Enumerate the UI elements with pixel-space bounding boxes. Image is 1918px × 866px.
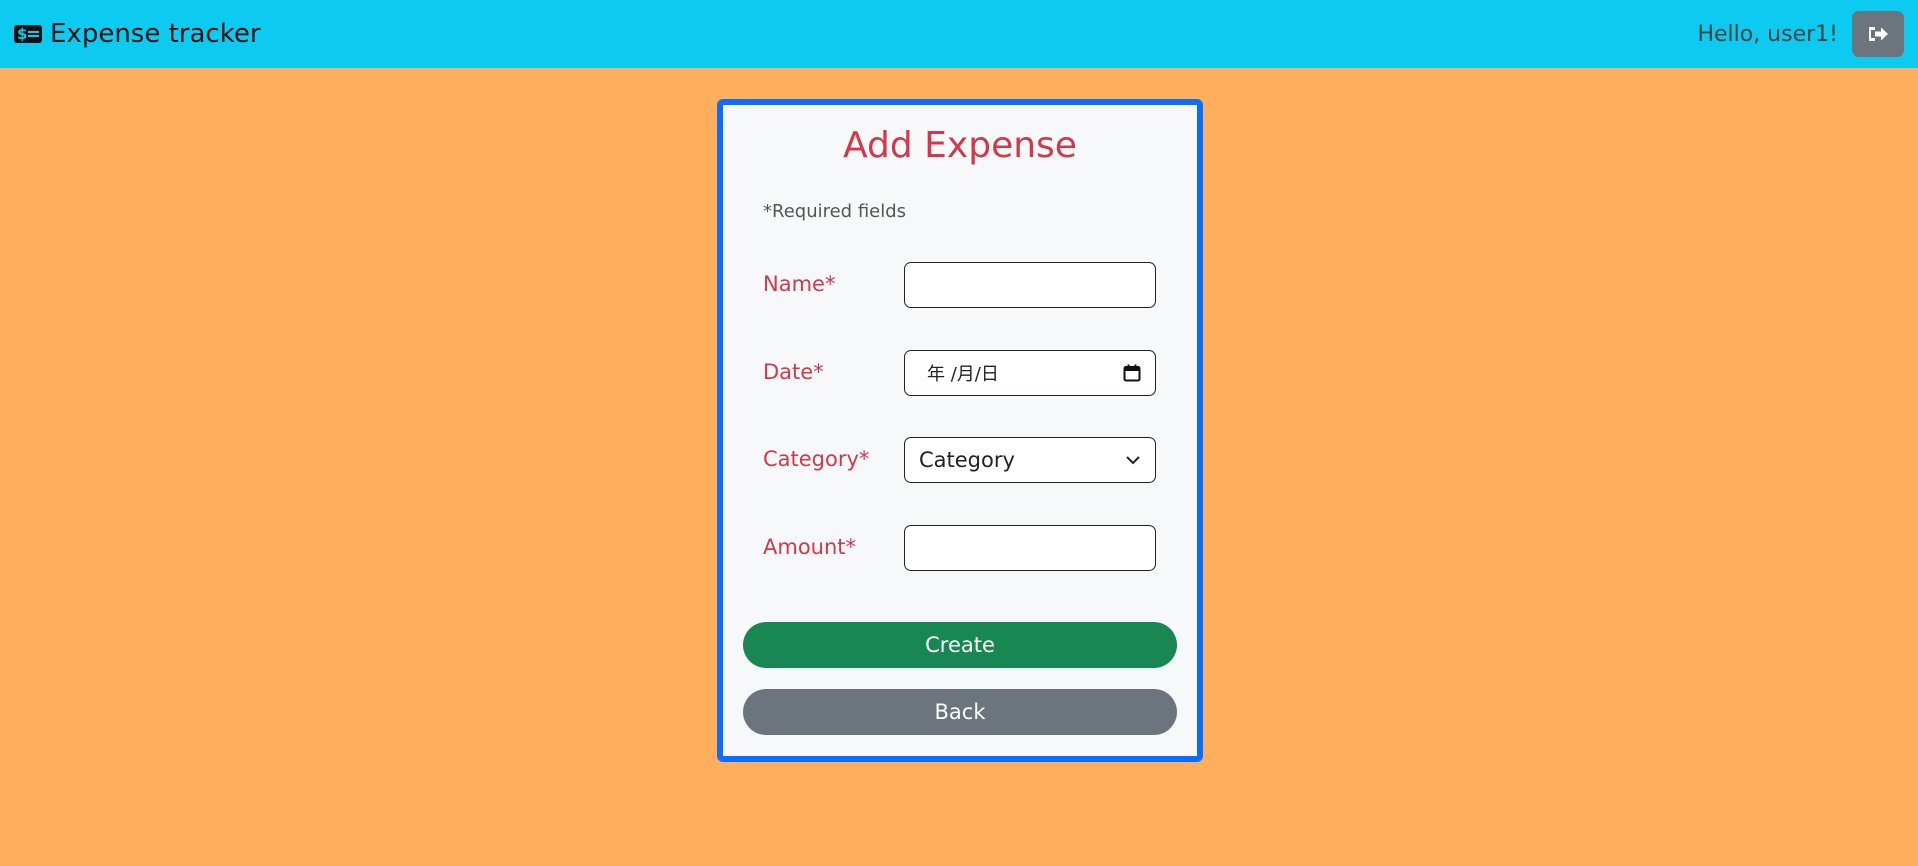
sign-out-icon: [1869, 27, 1888, 41]
calendar-icon[interactable]: [1123, 364, 1141, 382]
back-button[interactable]: Back: [743, 689, 1177, 735]
required-fields-note: *Required fields: [763, 201, 907, 222]
name-label: Name*: [763, 272, 836, 296]
logout-button[interactable]: [1852, 11, 1904, 57]
amount-input[interactable]: [904, 525, 1156, 571]
date-label: Date*: [763, 360, 824, 384]
page-title: Add Expense: [843, 125, 1077, 166]
money-bill-icon: $: [14, 25, 42, 43]
top-navbar: $ Expense tracker Hello, user1!: [0, 0, 1918, 68]
date-placeholder: 年 /月/日: [927, 364, 999, 385]
brand[interactable]: $ Expense tracker: [14, 19, 261, 49]
name-input[interactable]: [904, 262, 1156, 308]
category-select[interactable]: Category: [904, 437, 1156, 483]
nav-right: Hello, user1!: [1697, 11, 1904, 57]
create-button[interactable]: Create: [743, 622, 1177, 668]
user-greeting: Hello, user1!: [1697, 21, 1838, 47]
add-expense-card: Add Expense *Required fields Name* Date*…: [717, 99, 1203, 762]
category-selected-value: Category: [919, 448, 1015, 472]
chevron-down-icon: [1126, 456, 1140, 465]
brand-title: Expense tracker: [50, 19, 261, 49]
date-input[interactable]: 年 /月/日: [904, 350, 1156, 396]
amount-label: Amount*: [763, 535, 857, 559]
category-label: Category*: [763, 447, 870, 471]
